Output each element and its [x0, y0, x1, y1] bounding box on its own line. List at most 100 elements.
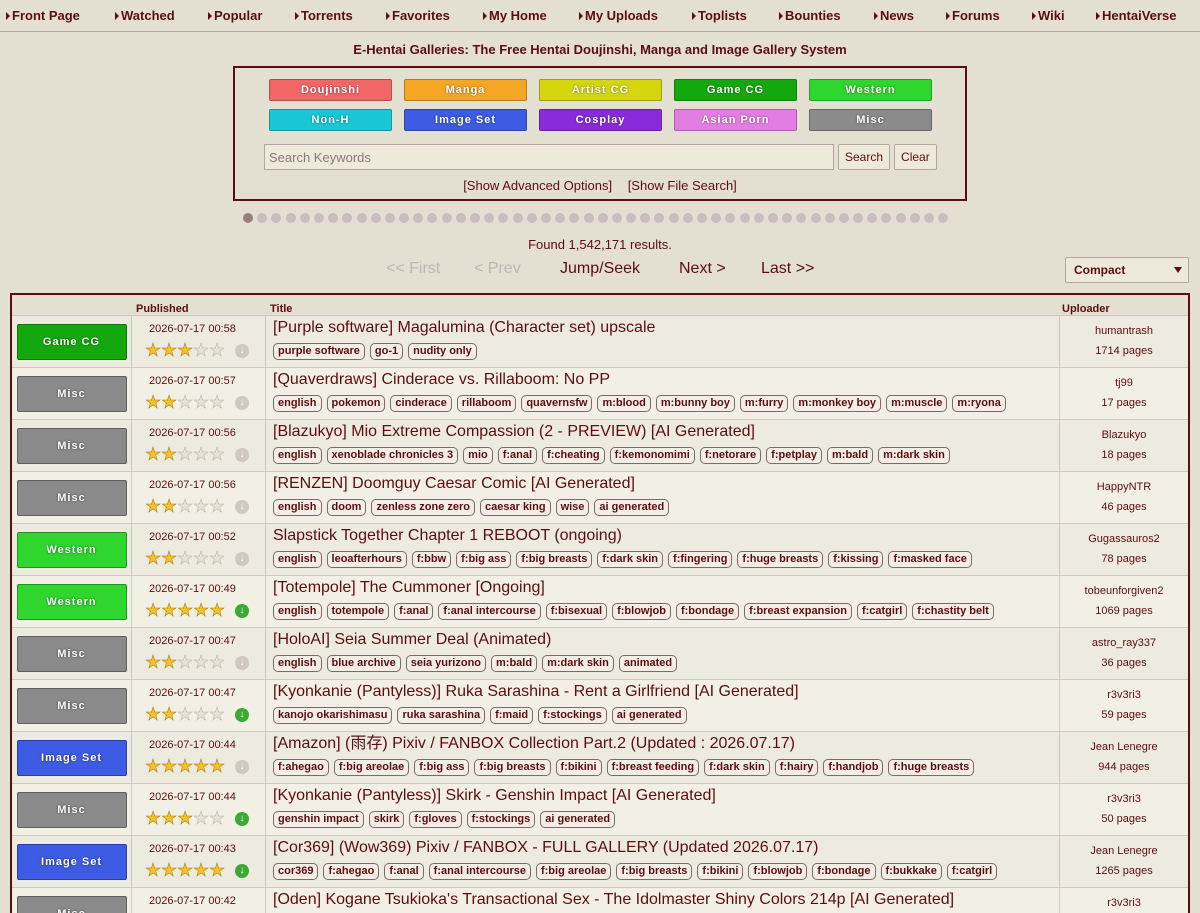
tag-chip[interactable]: f:bondage [812, 863, 875, 880]
page-dot[interactable] [669, 213, 679, 223]
tag-chip[interactable]: f:blowjob [748, 863, 807, 880]
page-dot[interactable] [413, 213, 423, 223]
category-toggle-asian-porn[interactable]: Asian Porn [674, 109, 797, 131]
nav-item-my-home[interactable]: My Home [481, 8, 549, 23]
category-badge[interactable]: Misc [17, 636, 127, 672]
page-dot[interactable] [286, 213, 296, 223]
tag-chip[interactable]: f:catgirl [947, 863, 997, 880]
jump-seek-link[interactable]: Jump/Seek [560, 260, 640, 278]
page-dot[interactable] [938, 213, 948, 223]
uploader-link[interactable]: r3v3ri3 [1060, 793, 1188, 813]
category-badge[interactable]: Misc [17, 792, 127, 828]
tag-chip[interactable]: xenoblade chronicles 3 [327, 447, 459, 464]
page-dot[interactable] [881, 213, 891, 223]
page-dot[interactable] [527, 213, 537, 223]
uploader-link[interactable]: HappyNTR [1060, 481, 1188, 501]
tag-chip[interactable]: seia yurizono [406, 655, 486, 672]
gallery-title-link[interactable]: [Purple software] Magalumina (Character … [273, 318, 1059, 340]
tag-chip[interactable]: f:stockings [467, 811, 536, 828]
category-badge[interactable]: Misc [17, 688, 127, 724]
tag-chip[interactable]: leoafterhours [327, 551, 407, 568]
tag-chip[interactable]: rillaboom [457, 395, 517, 412]
tag-chip[interactable]: skirk [369, 811, 405, 828]
tag-chip[interactable]: m:ryona [952, 395, 1005, 412]
category-toggle-western[interactable]: Western [809, 79, 932, 101]
category-toggle-misc[interactable]: Misc [809, 109, 932, 131]
page-dot[interactable] [513, 213, 523, 223]
page-dot[interactable] [924, 213, 934, 223]
page-dot[interactable] [839, 213, 849, 223]
page-dot[interactable] [541, 213, 551, 223]
page-dot[interactable] [385, 213, 395, 223]
torrent-download-icon[interactable]: ↓ [235, 604, 249, 618]
tag-chip[interactable]: m:blood [597, 395, 650, 412]
tag-chip[interactable]: ai generated [612, 707, 687, 724]
gallery-title-link[interactable]: [Amazon] (雨存) Pixiv / FANBOX Collection … [273, 734, 1059, 756]
uploader-link[interactable]: r3v3ri3 [1060, 897, 1188, 913]
gallery-title-link[interactable]: Slapstick Together Chapter 1 REBOOT (ong… [273, 526, 1059, 548]
tag-chip[interactable]: f:blowjob [612, 603, 671, 620]
tag-chip[interactable]: f:stockings [538, 707, 607, 724]
nav-item-forums[interactable]: Forums [944, 8, 1002, 23]
nav-item-watched[interactable]: Watched [113, 8, 177, 23]
page-dot[interactable] [626, 213, 636, 223]
tag-chip[interactable]: m:furry [740, 395, 789, 412]
category-toggle-image-set[interactable]: Image Set [404, 109, 527, 131]
nav-item-toplists[interactable]: Toplists [690, 8, 749, 23]
category-toggle-doujinshi[interactable]: Doujinshi [269, 79, 392, 101]
page-dot[interactable] [796, 213, 806, 223]
gallery-title-link[interactable]: [Quaverdraws] Cinderace vs. Rillaboom: N… [273, 370, 1059, 392]
nav-item-popular[interactable]: Popular [206, 8, 264, 23]
category-badge[interactable]: Game CG [17, 324, 127, 360]
tag-chip[interactable]: purple software [273, 343, 365, 360]
uploader-link[interactable]: astro_ray337 [1060, 637, 1188, 657]
tag-chip[interactable]: f:big areolae [536, 863, 611, 880]
category-badge[interactable]: Misc [17, 376, 127, 412]
nav-item-news[interactable]: News [872, 8, 916, 23]
tag-chip[interactable]: pokemon [327, 395, 386, 412]
tag-chip[interactable]: m:bald [827, 447, 873, 464]
page-dot[interactable] [811, 213, 821, 223]
tag-chip[interactable]: f:big ass [456, 551, 511, 568]
uploader-link[interactable]: tobeunforgiven2 [1060, 585, 1188, 605]
tag-chip[interactable]: f:bikini [556, 759, 602, 776]
tag-chip[interactable]: f:dark skin [704, 759, 770, 776]
search-button[interactable]: Search [838, 144, 890, 170]
tag-chip[interactable]: f:bbw [412, 551, 451, 568]
tag-chip[interactable]: f:big breasts [474, 759, 550, 776]
page-dot[interactable] [640, 213, 650, 223]
page-dot[interactable] [896, 213, 906, 223]
page-dot[interactable] [257, 213, 267, 223]
page-dot[interactable] [342, 213, 352, 223]
tag-chip[interactable]: f:anal [384, 863, 423, 880]
tag-chip[interactable]: f:petplay [766, 447, 822, 464]
tag-chip[interactable]: f:anal [498, 447, 537, 464]
tag-chip[interactable]: f:breast feeding [607, 759, 700, 776]
page-dot[interactable] [314, 213, 324, 223]
nav-item-torrents[interactable]: Torrents [293, 8, 355, 23]
tag-chip[interactable]: f:bikini [697, 863, 743, 880]
tag-chip[interactable]: nudity only [408, 343, 477, 360]
page-dot[interactable] [654, 213, 664, 223]
tag-chip[interactable]: m:dark skin [542, 655, 614, 672]
tag-chip[interactable]: f:gloves [409, 811, 461, 828]
tag-chip[interactable]: f:kissing [828, 551, 883, 568]
category-toggle-non-h[interactable]: Non-H [269, 109, 392, 131]
page-dot[interactable] [584, 213, 594, 223]
tag-chip[interactable]: blue archive [327, 655, 401, 672]
page-dot[interactable] [357, 213, 367, 223]
tag-chip[interactable]: f:ahegao [323, 863, 379, 880]
tag-chip[interactable]: genshin impact [273, 811, 364, 828]
page-dot[interactable] [456, 213, 466, 223]
tag-chip[interactable]: ai generated [594, 499, 669, 516]
page-dot[interactable] [725, 213, 735, 223]
tag-chip[interactable]: f:big breasts [516, 551, 592, 568]
page-dot[interactable] [782, 213, 792, 223]
category-badge[interactable]: Misc [17, 428, 127, 464]
page-dot[interactable] [853, 213, 863, 223]
uploader-link[interactable]: r3v3ri3 [1060, 689, 1188, 709]
tag-chip[interactable]: f:ahegao [273, 759, 329, 776]
nav-item-my-uploads[interactable]: My Uploads [577, 8, 660, 23]
nav-item-favorites[interactable]: Favorites [384, 8, 452, 23]
gallery-title-link[interactable]: [Kyonkanie (Pantyless)] Skirk - Genshin … [273, 786, 1059, 808]
